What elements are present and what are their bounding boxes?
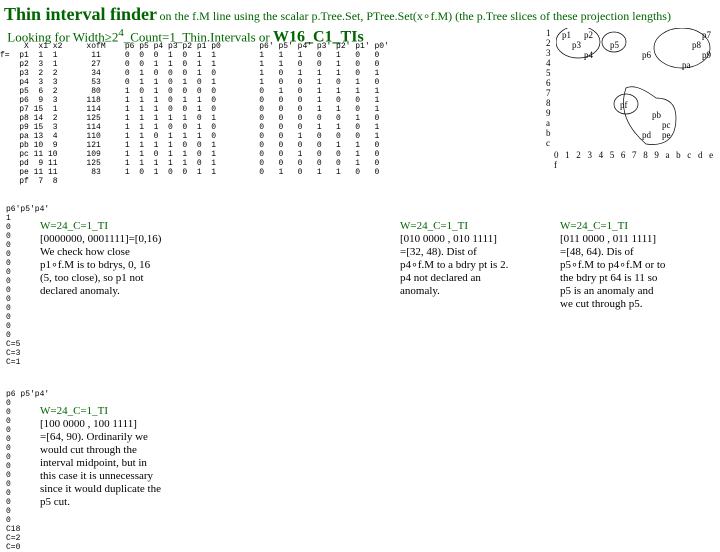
scatter-chart: 123456789abc p1 p2 p3 p4 p5 p6 p7 p8 p9 … [546, 26, 716, 170]
y-axis: 123456789abc [546, 28, 551, 148]
plot-area: p1 p2 p3 p4 p5 p6 p7 p8 p9 pa pb pc pd p… [556, 28, 714, 158]
title-rest: on the f.M line using the scalar p.Tree.… [160, 9, 671, 23]
x-axis: 0 1 2 3 4 5 6 7 8 9 a b c d e f [554, 150, 716, 170]
point-label: pf [620, 100, 628, 110]
main-title: Thin interval finder [4, 4, 157, 24]
note-4: W=24_C=1_TI [100 0000 , 100 1111] =[64, … [40, 405, 210, 509]
data-table: X x1 x2 xofM p6 p5 p4 p3 p2 p1 p0 p6' p5… [0, 42, 389, 186]
point-label: p8 [692, 40, 701, 50]
point-label: pc [662, 120, 671, 130]
point-label: p2 [584, 30, 593, 40]
note-2: W=24_C=1_TI [010 0000 , 010 1111] =[32, … [400, 220, 540, 298]
note-1: W=24_C=1_TI [0000000, 0001111]=[0,16) We… [40, 220, 200, 298]
note-3: W=24_C=1_TI [011 0000 , 011 1111] =[48, … [560, 220, 710, 311]
point-label: p1 [562, 30, 571, 40]
point-label: p5 [610, 40, 619, 50]
point-label: p7 [702, 30, 711, 40]
point-label: p9 [702, 50, 711, 60]
point-label: pd [642, 130, 651, 140]
title-line: Thin interval finder on the f.M line usi… [4, 4, 716, 25]
point-label: p6 [642, 50, 651, 60]
point-label: pa [682, 60, 691, 70]
point-label: pb [652, 110, 661, 120]
point-label: p3 [572, 40, 581, 50]
point-label: pe [662, 130, 671, 140]
point-label: p4 [584, 50, 593, 60]
